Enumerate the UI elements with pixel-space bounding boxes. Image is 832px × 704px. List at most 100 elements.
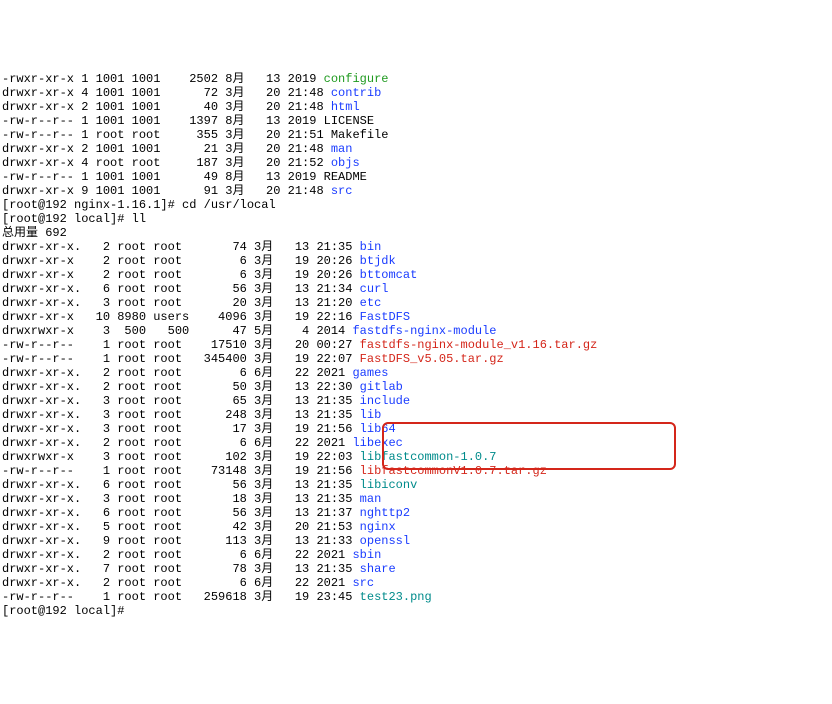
terminal-line: [root@192 local]# — [2, 604, 830, 618]
text-segment: [root@192 local]# ll — [2, 212, 146, 226]
terminal-line: drwxrwxr-x 3 500 500 47 5月 4 2014 fastdf… — [2, 324, 830, 338]
text-segment: drwxr-xr-x 4 root root 187 3月 20 21:52 — [2, 156, 331, 170]
text-segment: -rw-r--r-- 1 root root 259618 3月 19 23:4… — [2, 590, 360, 604]
dir-name: src — [352, 576, 374, 590]
text-segment: drwxr-xr-x. 9 root root 113 3月 13 21:33 — [2, 534, 360, 548]
terminal-line: -rw-r--r-- 1 root root 355 3月 20 21:51 M… — [2, 128, 830, 142]
terminal-line: -rw-r--r-- 1 1001 1001 49 8月 13 2019 REA… — [2, 170, 830, 184]
terminal-line: 总用量 692 — [2, 226, 830, 240]
terminal-line: -rw-r--r-- 1 root root 73148 3月 19 21:56… — [2, 464, 830, 478]
dir-name: fastdfs-nginx-module — [352, 324, 496, 338]
dir-name: src — [331, 184, 353, 198]
terminal-line: drwxr-xr-x. 7 root root 78 3月 13 21:35 s… — [2, 562, 830, 576]
link-name: libiconv — [360, 478, 418, 492]
terminal-line: drwxr-xr-x. 6 root root 56 3月 13 21:37 n… — [2, 506, 830, 520]
text-segment: drwxr-xr-x. 3 root root 248 3月 13 21:35 — [2, 408, 360, 422]
dir-name: objs — [331, 156, 360, 170]
text-segment: 总用量 692 — [2, 226, 67, 240]
archive-name: FastDFS_v5.05.tar.gz — [360, 352, 504, 366]
terminal-line: drwxr-xr-x. 3 root root 65 3月 13 21:35 i… — [2, 394, 830, 408]
text-segment: drwxr-xr-x. 3 root root 20 3月 13 21:20 — [2, 296, 360, 310]
text-segment: drwxr-xr-x. 3 root root 65 3月 13 21:35 — [2, 394, 360, 408]
text-segment: drwxr-xr-x 2 1001 1001 21 3月 20 21:48 — [2, 142, 331, 156]
text-segment: -rw-r--r-- 1 root root 73148 3月 19 21:56 — [2, 464, 360, 478]
terminal-line: drwxr-xr-x 2 root root 6 3月 19 20:26 btt… — [2, 268, 830, 282]
text-segment: drwxr-xr-x. 6 root root 56 3月 13 21:34 — [2, 282, 360, 296]
terminal-line: drwxr-xr-x. 5 root root 42 3月 20 21:53 n… — [2, 520, 830, 534]
text-segment: drwxr-xr-x 2 root root 6 3月 19 20:26 — [2, 268, 360, 282]
text-segment: drwxr-xr-x. 7 root root 78 3月 13 21:35 — [2, 562, 360, 576]
text-segment: drwxr-xr-x. 2 root root 6 6月 22 2021 — [2, 548, 352, 562]
text-segment: -rwxr-xr-x 1 1001 1001 2502 8月 13 2019 — [2, 72, 324, 86]
terminal-line: drwxrwxr-x 3 root root 102 3月 19 22:03 l… — [2, 450, 830, 464]
text-segment: drwxr-xr-x. 2 root root 50 3月 13 22:30 — [2, 380, 360, 394]
dir-name: lib64 — [360, 422, 396, 436]
text-segment: drwxr-xr-x. 2 root root 6 6月 22 2021 — [2, 436, 352, 450]
dir-name: nghttp2 — [360, 506, 410, 520]
terminal-line: drwxr-xr-x. 2 root root 6 6月 22 2021 src — [2, 576, 830, 590]
text-segment: -rw-r--r-- 1 root root 355 3月 20 21:51 M… — [2, 128, 388, 142]
dir-name: share — [360, 562, 396, 576]
text-segment: drwxr-xr-x. 6 root root 56 3月 13 21:35 — [2, 478, 360, 492]
terminal-line: drwxr-xr-x. 6 root root 56 3月 13 21:34 c… — [2, 282, 830, 296]
text-segment: drwxr-xr-x. 2 root root 6 6月 22 2021 — [2, 366, 352, 380]
dir-name: nginx — [360, 520, 396, 534]
terminal-line: drwxr-xr-x. 2 root root 50 3月 13 22:30 g… — [2, 380, 830, 394]
dir-name: html — [331, 100, 360, 114]
terminal-line: drwxr-xr-x 9 1001 1001 91 3月 20 21:48 sr… — [2, 184, 830, 198]
terminal-line: drwxr-xr-x 2 1001 1001 21 3月 20 21:48 ma… — [2, 142, 830, 156]
link-name: test23.png — [360, 590, 432, 604]
terminal-line: drwxr-xr-x 2 root root 6 3月 19 20:26 btj… — [2, 254, 830, 268]
dir-name: games — [352, 366, 388, 380]
text-segment: drwxr-xr-x 10 8980 users 4096 3月 19 22:1… — [2, 310, 360, 324]
terminal-line: drwxr-xr-x. 2 root root 74 3月 13 21:35 b… — [2, 240, 830, 254]
text-segment: drwxr-xr-x. 2 root root 74 3月 13 21:35 — [2, 240, 360, 254]
terminal-output[interactable]: -rwxr-xr-x 1 1001 1001 2502 8月 13 2019 c… — [2, 44, 830, 646]
archive-name: libfastcommonV1.0.7.tar.gz — [360, 464, 547, 478]
terminal-line: drwxr-xr-x 10 8980 users 4096 3月 19 22:1… — [2, 310, 830, 324]
dir-name: bin — [360, 240, 382, 254]
text-segment: drwxr-xr-x 9 1001 1001 91 3月 20 21:48 — [2, 184, 331, 198]
terminal-line: -rw-r--r-- 1 root root 17510 3月 20 00:27… — [2, 338, 830, 352]
terminal-line: drwxr-xr-x 4 root root 187 3月 20 21:52 o… — [2, 156, 830, 170]
text-segment: drwxr-xr-x. 3 root root 18 3月 13 21:35 — [2, 492, 360, 506]
text-segment: -rw-r--r-- 1 1001 1001 49 8月 13 2019 REA… — [2, 170, 367, 184]
text-segment: -rw-r--r-- 1 root root 345400 3月 19 22:0… — [2, 352, 360, 366]
text-segment: [root@192 nginx-1.16.1]# cd /usr/local — [2, 198, 276, 212]
dir-name: libexec — [352, 436, 402, 450]
terminal-line: -rwxr-xr-x 1 1001 1001 2502 8月 13 2019 c… — [2, 72, 830, 86]
terminal-line: [root@192 nginx-1.16.1]# cd /usr/local — [2, 198, 830, 212]
dir-name: openssl — [360, 534, 410, 548]
dir-name: btjdk — [360, 254, 396, 268]
terminal-line: drwxr-xr-x. 2 root root 6 6月 22 2021 lib… — [2, 436, 830, 450]
terminal-line: -rw-r--r-- 1 root root 345400 3月 19 22:0… — [2, 352, 830, 366]
text-segment: [root@192 local]# — [2, 604, 132, 618]
terminal-line: drwxr-xr-x. 9 root root 113 3月 13 21:33 … — [2, 534, 830, 548]
terminal-line: drwxr-xr-x. 6 root root 56 3月 13 21:35 l… — [2, 478, 830, 492]
terminal-line: drwxr-xr-x. 2 root root 6 6月 22 2021 sbi… — [2, 548, 830, 562]
text-segment: drwxr-xr-x. 3 root root 17 3月 19 21:56 — [2, 422, 360, 436]
dir-name: bttomcat — [360, 268, 418, 282]
text-segment: drwxrwxr-x 3 root root 102 3月 19 22:03 — [2, 450, 360, 464]
dir-name: curl — [360, 282, 389, 296]
dir-name: contrib — [331, 86, 381, 100]
text-segment: drwxrwxr-x 3 500 500 47 5月 4 2014 — [2, 324, 352, 338]
text-segment: drwxr-xr-x. 6 root root 56 3月 13 21:37 — [2, 506, 360, 520]
text-segment: drwxr-xr-x 2 1001 1001 40 3月 20 21:48 — [2, 100, 331, 114]
terminal-line: [root@192 local]# ll — [2, 212, 830, 226]
terminal-line: drwxr-xr-x 4 1001 1001 72 3月 20 21:48 co… — [2, 86, 830, 100]
text-segment: -rw-r--r-- 1 1001 1001 1397 8月 13 2019 L… — [2, 114, 374, 128]
archive-name: fastdfs-nginx-module_v1.16.tar.gz — [360, 338, 598, 352]
dir-name: sbin — [352, 548, 381, 562]
text-segment: drwxr-xr-x. 5 root root 42 3月 20 21:53 — [2, 520, 360, 534]
dir-name: FastDFS — [360, 310, 410, 324]
dir-name: etc — [360, 296, 382, 310]
terminal-line: drwxr-xr-x. 3 root root 20 3月 13 21:20 e… — [2, 296, 830, 310]
dir-name: man — [360, 492, 382, 506]
dir-name: gitlab — [360, 380, 403, 394]
terminal-line: drwxr-xr-x. 3 root root 248 3月 13 21:35 … — [2, 408, 830, 422]
dir-name: lib — [360, 408, 382, 422]
terminal-line: -rw-r--r-- 1 1001 1001 1397 8月 13 2019 L… — [2, 114, 830, 128]
link-name: libfastcommon-1.0.7 — [360, 450, 497, 464]
exec-name: configure — [324, 72, 389, 86]
